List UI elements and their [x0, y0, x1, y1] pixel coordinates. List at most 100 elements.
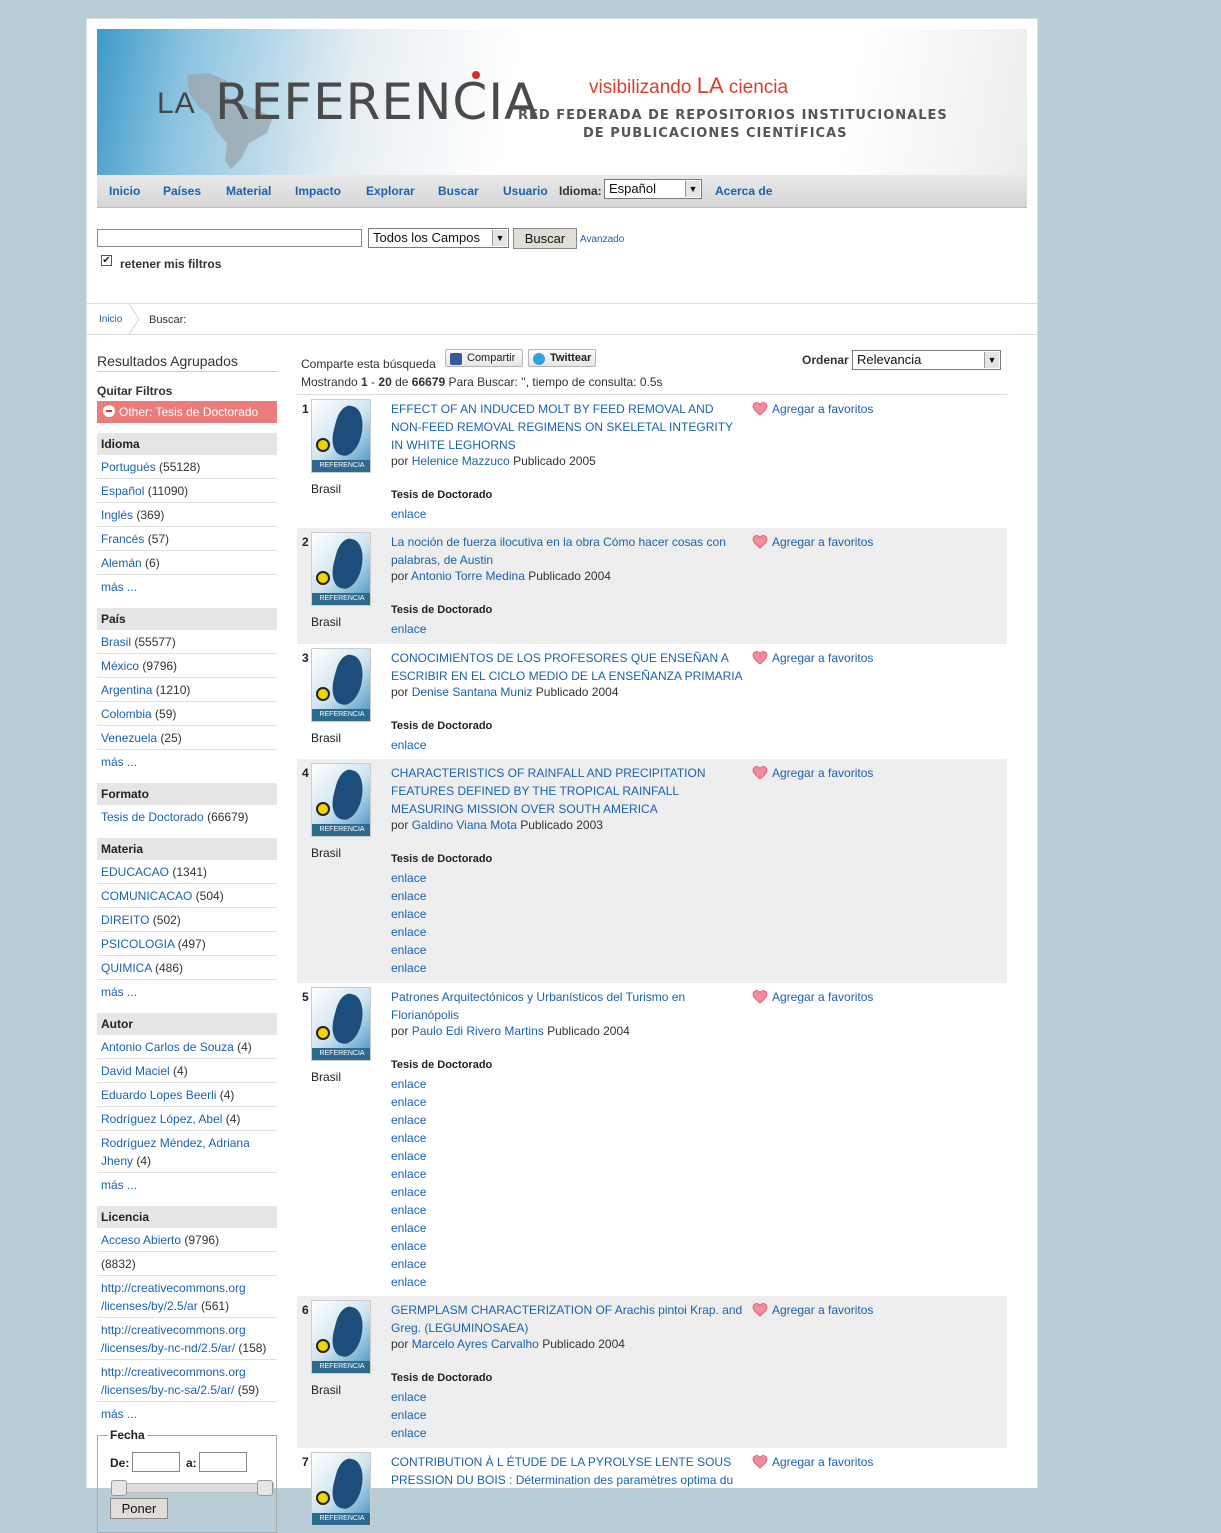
facet-item-link[interactable]: más ... — [101, 1407, 137, 1421]
result-link[interactable]: enlace — [391, 505, 426, 523]
date-range-slider[interactable] — [111, 1480, 274, 1496]
nav-inicio[interactable]: Inicio — [109, 184, 140, 198]
add-favorite-link[interactable]: Agregar a favoritos — [752, 1453, 873, 1471]
nav-impacto[interactable]: Impacto — [295, 184, 341, 198]
facet-item-link[interactable]: David Maciel — [101, 1064, 170, 1078]
result-link[interactable]: enlace — [391, 1424, 426, 1442]
result-link[interactable]: enlace — [391, 1388, 426, 1406]
breadcrumb-home[interactable]: Inicio — [99, 314, 122, 325]
facet-item-link[interactable]: más ... — [101, 755, 137, 769]
facet-item-link[interactable]: COMUNICACAO — [101, 889, 192, 903]
search-button[interactable]: Buscar — [513, 228, 577, 249]
date-to-input[interactable] — [199, 1452, 247, 1472]
slider-handle-end[interactable] — [257, 1480, 273, 1496]
result-link[interactable]: enlace — [391, 1255, 426, 1273]
result-thumbnail[interactable]: REFERENCIA — [311, 1300, 371, 1374]
nav-buscar[interactable]: Buscar — [438, 184, 479, 198]
facet-item-link[interactable]: EDUCACAO — [101, 865, 169, 879]
result-link[interactable]: enlace — [391, 1075, 426, 1093]
result-author-link[interactable]: Antonio Torre Medina — [411, 569, 525, 583]
result-link[interactable]: enlace — [391, 736, 426, 754]
facet-item-link[interactable]: Tesis de Doctorado — [101, 810, 204, 824]
facet-item-link[interactable]: México — [101, 659, 139, 673]
sort-select[interactable]: Relevancia ▼ — [852, 350, 1001, 370]
active-filter-remove[interactable]: Other: Tesis de Doctorado — [97, 401, 277, 423]
search-input[interactable] — [97, 229, 362, 247]
nav-material[interactable]: Material — [226, 184, 271, 198]
result-author-link[interactable]: Marcelo Ayres Carvalho — [412, 1337, 539, 1351]
add-favorite-link[interactable]: Agregar a favoritos — [752, 1301, 873, 1319]
date-from-input[interactable] — [132, 1452, 180, 1472]
facet-item-link[interactable]: más ... — [101, 580, 137, 594]
result-title-link[interactable]: CONTRIBUTION À L ÉTUDE DE LA PYROLYSE LE… — [391, 1453, 746, 1489]
result-thumbnail[interactable]: REFERENCIA — [311, 987, 371, 1061]
twitter-share-button[interactable]: Twittear — [528, 349, 596, 367]
facet-item-link[interactable]: Inglés — [101, 508, 133, 522]
result-thumbnail[interactable]: REFERENCIA — [311, 763, 371, 837]
result-link[interactable]: enlace — [391, 1147, 426, 1165]
facet-item-link[interactable]: PSICOLOGIA — [101, 937, 174, 951]
facet-item-link[interactable]: Colombia — [101, 707, 152, 721]
result-thumbnail[interactable]: REFERENCIA — [311, 399, 371, 473]
result-link[interactable]: enlace — [391, 1219, 426, 1237]
facet-item-link[interactable]: http://creativecommons.org /licenses/by-… — [101, 1365, 246, 1397]
result-link[interactable]: enlace — [391, 1183, 426, 1201]
slider-handle-start[interactable] — [111, 1480, 127, 1496]
result-link[interactable]: enlace — [391, 1406, 426, 1424]
facet-item-link[interactable]: Venezuela — [101, 731, 157, 745]
result-link[interactable]: enlace — [391, 1237, 426, 1255]
nav-explorar[interactable]: Explorar — [366, 184, 415, 198]
facet-item-link[interactable]: Francés — [101, 532, 144, 546]
nav-acerca-de[interactable]: Acerca de — [715, 184, 772, 198]
retain-filters-checkbox[interactable]: ✔ — [101, 255, 112, 266]
result-title-link[interactable]: Patrones Arquitectónicos y Urbanísticos … — [391, 988, 746, 1024]
result-thumbnail[interactable]: REFERENCIA — [311, 648, 371, 722]
language-select[interactable]: Español ▼ — [604, 179, 702, 199]
facet-item-link[interactable]: Antonio Carlos de Souza — [101, 1040, 234, 1054]
search-field-select[interactable]: Todos los Campos ▼ — [368, 228, 509, 248]
result-thumbnail[interactable]: REFERENCIA — [311, 532, 371, 606]
result-author-link[interactable]: Paulo Edi Rivero Martins — [412, 1024, 544, 1038]
result-title-link[interactable]: GERMPLASM CHARACTERIZATION OF Arachis pi… — [391, 1301, 746, 1337]
result-title-link[interactable]: CHARACTERISTICS OF RAINFALL AND PRECIPIT… — [391, 764, 746, 818]
result-link[interactable]: enlace — [391, 1201, 426, 1219]
facet-item-link[interactable]: QUIMICA — [101, 961, 152, 975]
result-link[interactable]: enlace — [391, 959, 426, 977]
result-link[interactable]: enlace — [391, 941, 426, 959]
result-link[interactable]: enlace — [391, 905, 426, 923]
result-link[interactable]: enlace — [391, 620, 426, 638]
result-author-link[interactable]: Denise Santana Muniz — [412, 685, 533, 699]
result-link[interactable]: enlace — [391, 1273, 426, 1291]
facebook-share-button[interactable]: Compartir — [445, 349, 523, 367]
add-favorite-link[interactable]: Agregar a favoritos — [752, 764, 873, 782]
facet-item-link[interactable]: Acceso Abierto — [101, 1233, 181, 1247]
advanced-search-link[interactable]: Avanzado — [580, 234, 624, 245]
result-link[interactable]: enlace — [391, 923, 426, 941]
result-thumbnail[interactable]: REFERENCIA — [311, 1452, 371, 1526]
facet-item-link[interactable]: Rodríguez López, Abel — [101, 1112, 222, 1126]
result-title-link[interactable]: EFFECT OF AN INDUCED MOLT BY FEED REMOVA… — [391, 400, 746, 454]
nav-paises[interactable]: Países — [163, 184, 201, 198]
result-title-link[interactable]: CONOCIMIENTOS DE LOS PROFESORES QUE ENSE… — [391, 649, 746, 685]
facet-item-link[interactable]: Eduardo Lopes Beerli — [101, 1088, 216, 1102]
result-author-link[interactable]: Galdino Viana Mota — [412, 818, 517, 832]
add-favorite-link[interactable]: Agregar a favoritos — [752, 988, 873, 1006]
result-link[interactable]: enlace — [391, 887, 426, 905]
add-favorite-link[interactable]: Agregar a favoritos — [752, 400, 873, 418]
facet-item-link[interactable]: Rodríguez Méndez, Adriana Jheny — [101, 1136, 250, 1168]
nav-usuario[interactable]: Usuario — [503, 184, 548, 198]
result-link[interactable]: enlace — [391, 1129, 426, 1147]
result-link[interactable]: enlace — [391, 869, 426, 887]
facet-item-link[interactable]: Español — [101, 484, 144, 498]
result-title-link[interactable]: La noción de fuerza ilocutiva en la obra… — [391, 533, 746, 569]
facet-item-link[interactable]: http://creativecommons.org /licenses/by-… — [101, 1323, 246, 1355]
facet-item-link[interactable]: más ... — [101, 985, 137, 999]
facet-item-link[interactable]: Argentina — [101, 683, 152, 697]
result-link[interactable]: enlace — [391, 1165, 426, 1183]
facet-item-link[interactable]: Portugués — [101, 460, 156, 474]
facet-item-link[interactable]: más ... — [101, 1178, 137, 1192]
result-link[interactable]: enlace — [391, 1111, 426, 1129]
result-link[interactable]: enlace — [391, 1093, 426, 1111]
result-author-link[interactable]: Helenice Mazzuco — [412, 454, 510, 468]
add-favorite-link[interactable]: Agregar a favoritos — [752, 533, 873, 551]
